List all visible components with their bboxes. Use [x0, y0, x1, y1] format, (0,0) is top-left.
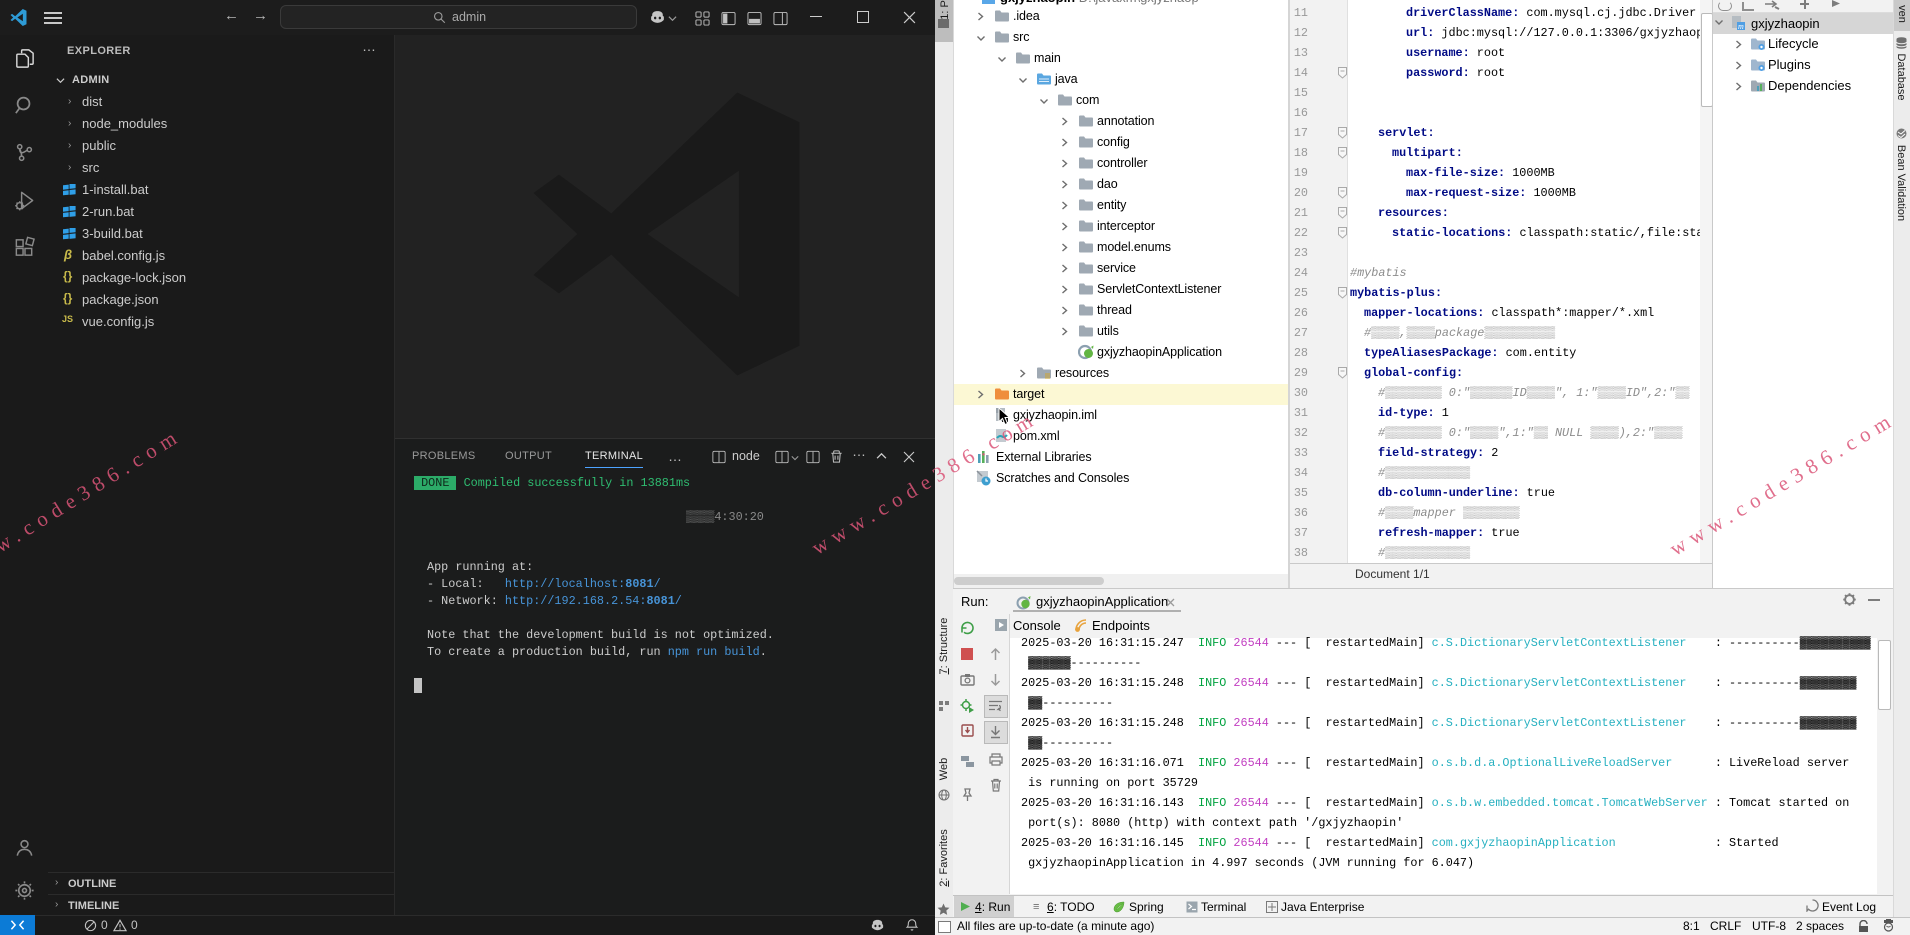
svg-text:m: m [1738, 22, 1744, 31]
